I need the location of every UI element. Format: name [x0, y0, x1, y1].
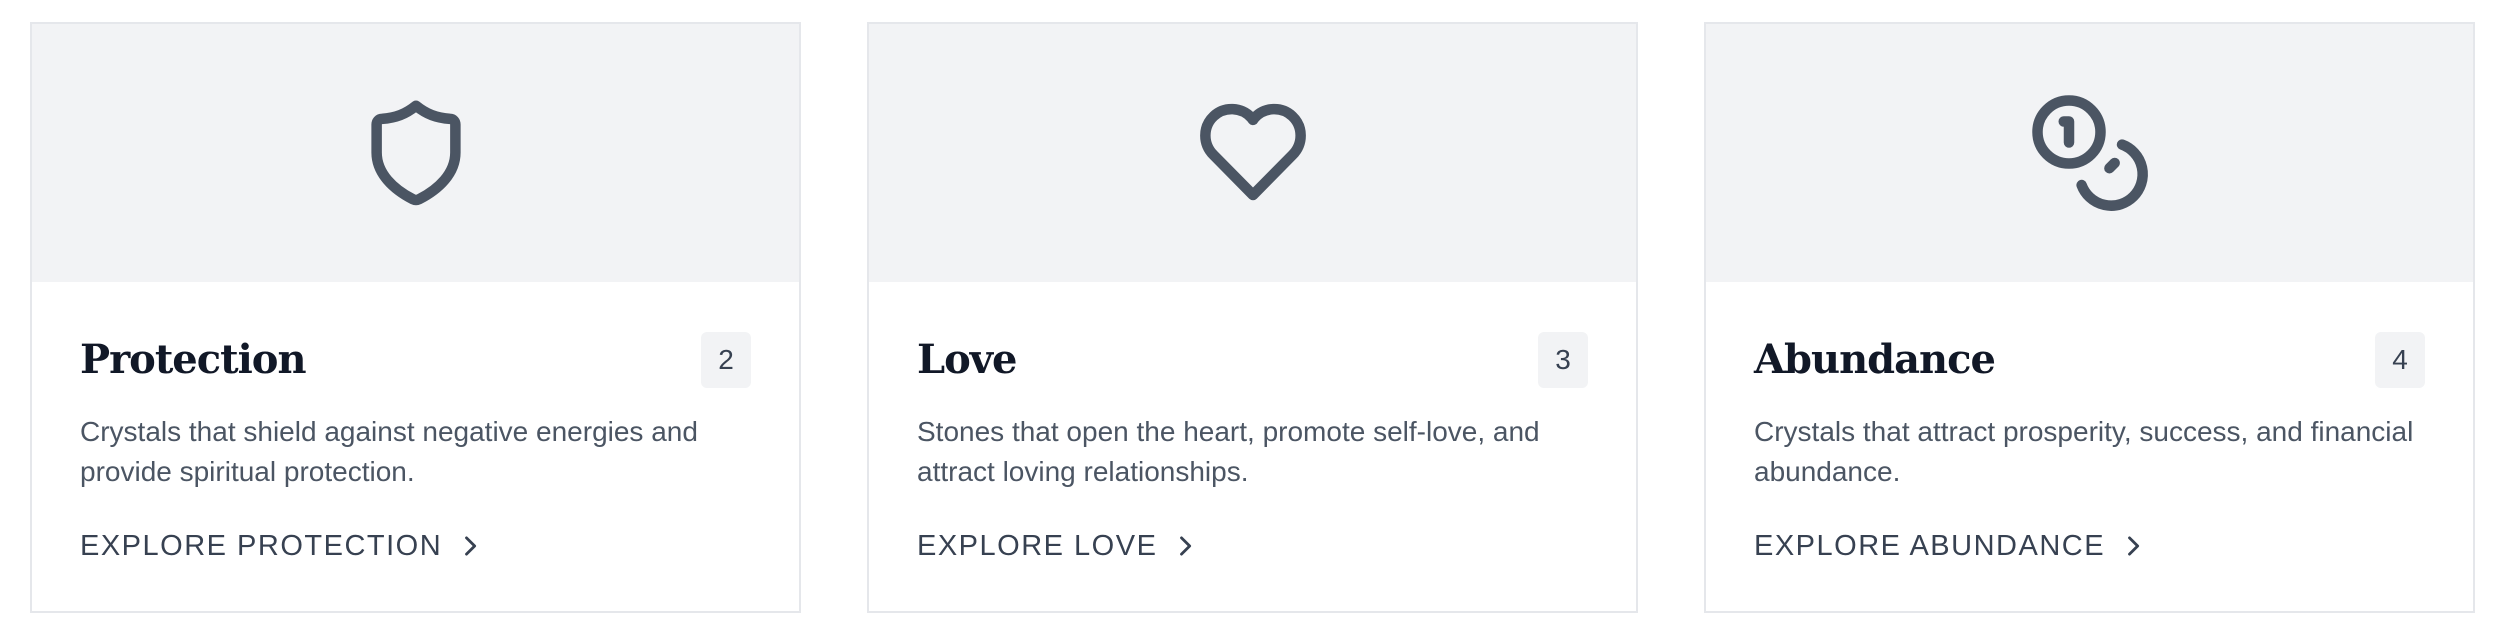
explore-link-label: EXPLORE LOVE	[917, 530, 1158, 562]
card-body: Abundance 4 Crystals that attract prospe…	[1706, 282, 2473, 492]
card-header: Protection 2	[80, 282, 751, 388]
coins-icon	[2027, 90, 2153, 216]
card-media	[32, 24, 799, 282]
card-description: Stones that open the heart, promote self…	[917, 416, 1540, 487]
category-card-love[interactable]: Love 3 Stones that open the heart, promo…	[867, 22, 1638, 613]
chevron-right-icon	[2128, 536, 2140, 556]
chevron-right-icon	[465, 536, 477, 556]
card-body: Love 3 Stones that open the heart, promo…	[869, 282, 1636, 492]
card-header: Abundance 4	[1754, 282, 2425, 388]
card-title: Protection	[80, 336, 307, 383]
card-header: Love 3	[917, 282, 1588, 388]
card-title: Love	[917, 336, 1017, 383]
explore-protection-link[interactable]: EXPLORE PROTECTION	[80, 526, 484, 566]
category-card-abundance[interactable]: Abundance 4 Crystals that attract prospe…	[1704, 22, 2475, 613]
card-description: Crystals that shield against negative en…	[80, 416, 698, 487]
explore-link-label: EXPLORE PROTECTION	[80, 530, 443, 562]
shield-icon	[353, 90, 479, 216]
explore-link-label: EXPLORE ABUNDANCE	[1754, 530, 2106, 562]
count-badge: 2	[701, 332, 751, 388]
category-cards: Protection 2 Crystals that shield agains…	[30, 22, 2477, 613]
category-card-protection[interactable]: Protection 2 Crystals that shield agains…	[30, 22, 801, 613]
card-body: Protection 2 Crystals that shield agains…	[32, 282, 799, 492]
explore-abundance-link[interactable]: EXPLORE ABUNDANCE	[1754, 526, 2147, 566]
card-description: Crystals that attract prosperity, succes…	[1754, 416, 2414, 487]
explore-love-link[interactable]: EXPLORE LOVE	[917, 526, 1199, 566]
card-media	[1706, 24, 2473, 282]
heart-icon	[1190, 90, 1316, 216]
count-badge: 4	[2375, 332, 2425, 388]
card-title: Abundance	[1754, 336, 1996, 383]
card-media	[869, 24, 1636, 282]
chevron-right-icon	[1180, 536, 1192, 556]
count-badge: 3	[1538, 332, 1588, 388]
